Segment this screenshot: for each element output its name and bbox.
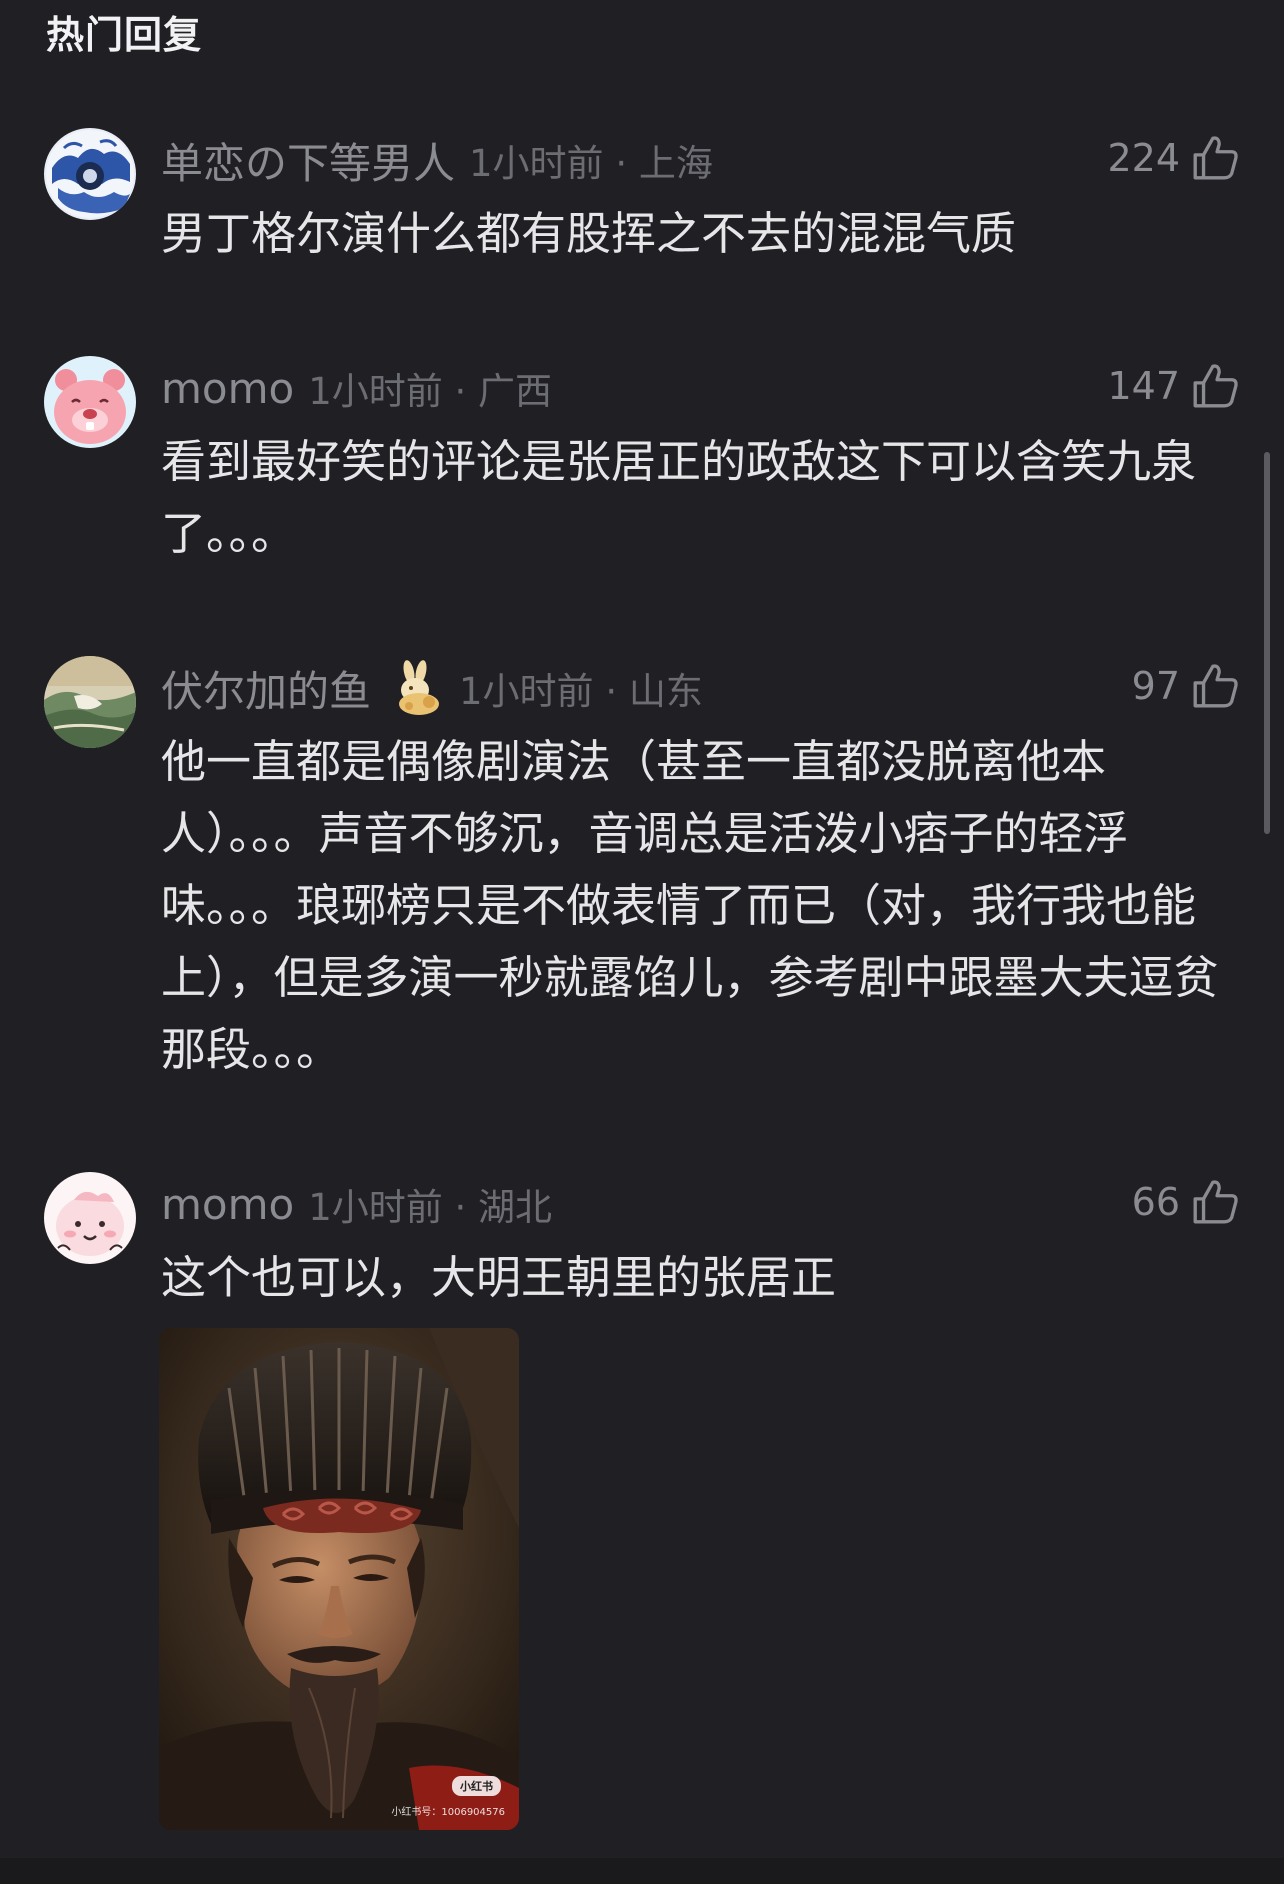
comment-meta: 单恋の下等男人 1小时前 · 上海 xyxy=(161,134,713,188)
section-title: 热门回复 xyxy=(46,13,203,57)
username[interactable]: momo xyxy=(161,364,294,413)
thumbs-up-icon xyxy=(1193,364,1238,408)
ming-official-portrait-photo[interactable]: 小红书 小红书号：1006904576 xyxy=(159,1328,519,1830)
thumbs-up-icon xyxy=(1193,1180,1238,1224)
comment-meta: momo 1小时前 · 广西 xyxy=(161,362,552,414)
username[interactable]: 单恋の下等男人 xyxy=(161,130,455,191)
time-location: 1小时前 · 上海 xyxy=(469,142,713,185)
comment-meta: 伏尔加的鱼 1小时前 · 山东 xyxy=(161,660,703,716)
time-location: 1小时前 · 山东 xyxy=(459,670,703,713)
time-location: 1小时前 · 广西 xyxy=(308,370,553,413)
like-count: 97 xyxy=(1131,664,1180,708)
comment-meta: momo 1小时前 · 湖北 xyxy=(161,1178,552,1230)
like-button[interactable]: 224 xyxy=(1107,128,1240,188)
thumbs-up-icon xyxy=(1193,664,1238,708)
like-button[interactable]: 97 xyxy=(1132,656,1240,716)
watermark-logo: 小红书 xyxy=(452,1776,501,1796)
thumbs-up-icon xyxy=(1193,136,1238,180)
landscape-painting-avatar-icon[interactable] xyxy=(44,656,136,748)
time-location: 1小时前 · 湖北 xyxy=(308,1186,553,1229)
comment-text: 看到最好笑的评论是张居正的政敌这下可以含笑九泉了。。。 xyxy=(161,435,1197,560)
comment-text: 他一直都是偶像剧演法（甚至一直都没脱离他本人）。。。声音不够沉，音调总是活泼小痞… xyxy=(161,735,1219,1076)
pink-blob-avatar-icon[interactable] xyxy=(44,1172,136,1264)
blue-white-porcelain-avatar-icon[interactable] xyxy=(44,128,136,220)
username[interactable]: 伏尔加的鱼 xyxy=(161,658,371,719)
username[interactable]: momo xyxy=(161,1180,294,1229)
comment-text: 这个也可以，大明王朝里的张居正 xyxy=(161,1251,837,1304)
pink-beaver-avatar-icon[interactable] xyxy=(44,356,136,448)
bottom-bar xyxy=(0,1858,1284,1884)
like-button[interactable]: 66 xyxy=(1132,1172,1240,1232)
like-count: 224 xyxy=(1107,136,1180,180)
like-count: 147 xyxy=(1107,364,1180,408)
like-count: 66 xyxy=(1131,1180,1180,1224)
comment-text: 男丁格尔演什么都有股挥之不去的混混气质 xyxy=(161,207,1017,260)
scrollbar[interactable] xyxy=(1264,452,1270,834)
like-button[interactable]: 147 xyxy=(1107,356,1240,416)
watermark-id: 小红书号：1006904576 xyxy=(391,1807,505,1818)
golden-rabbit-badge-icon xyxy=(399,660,440,715)
